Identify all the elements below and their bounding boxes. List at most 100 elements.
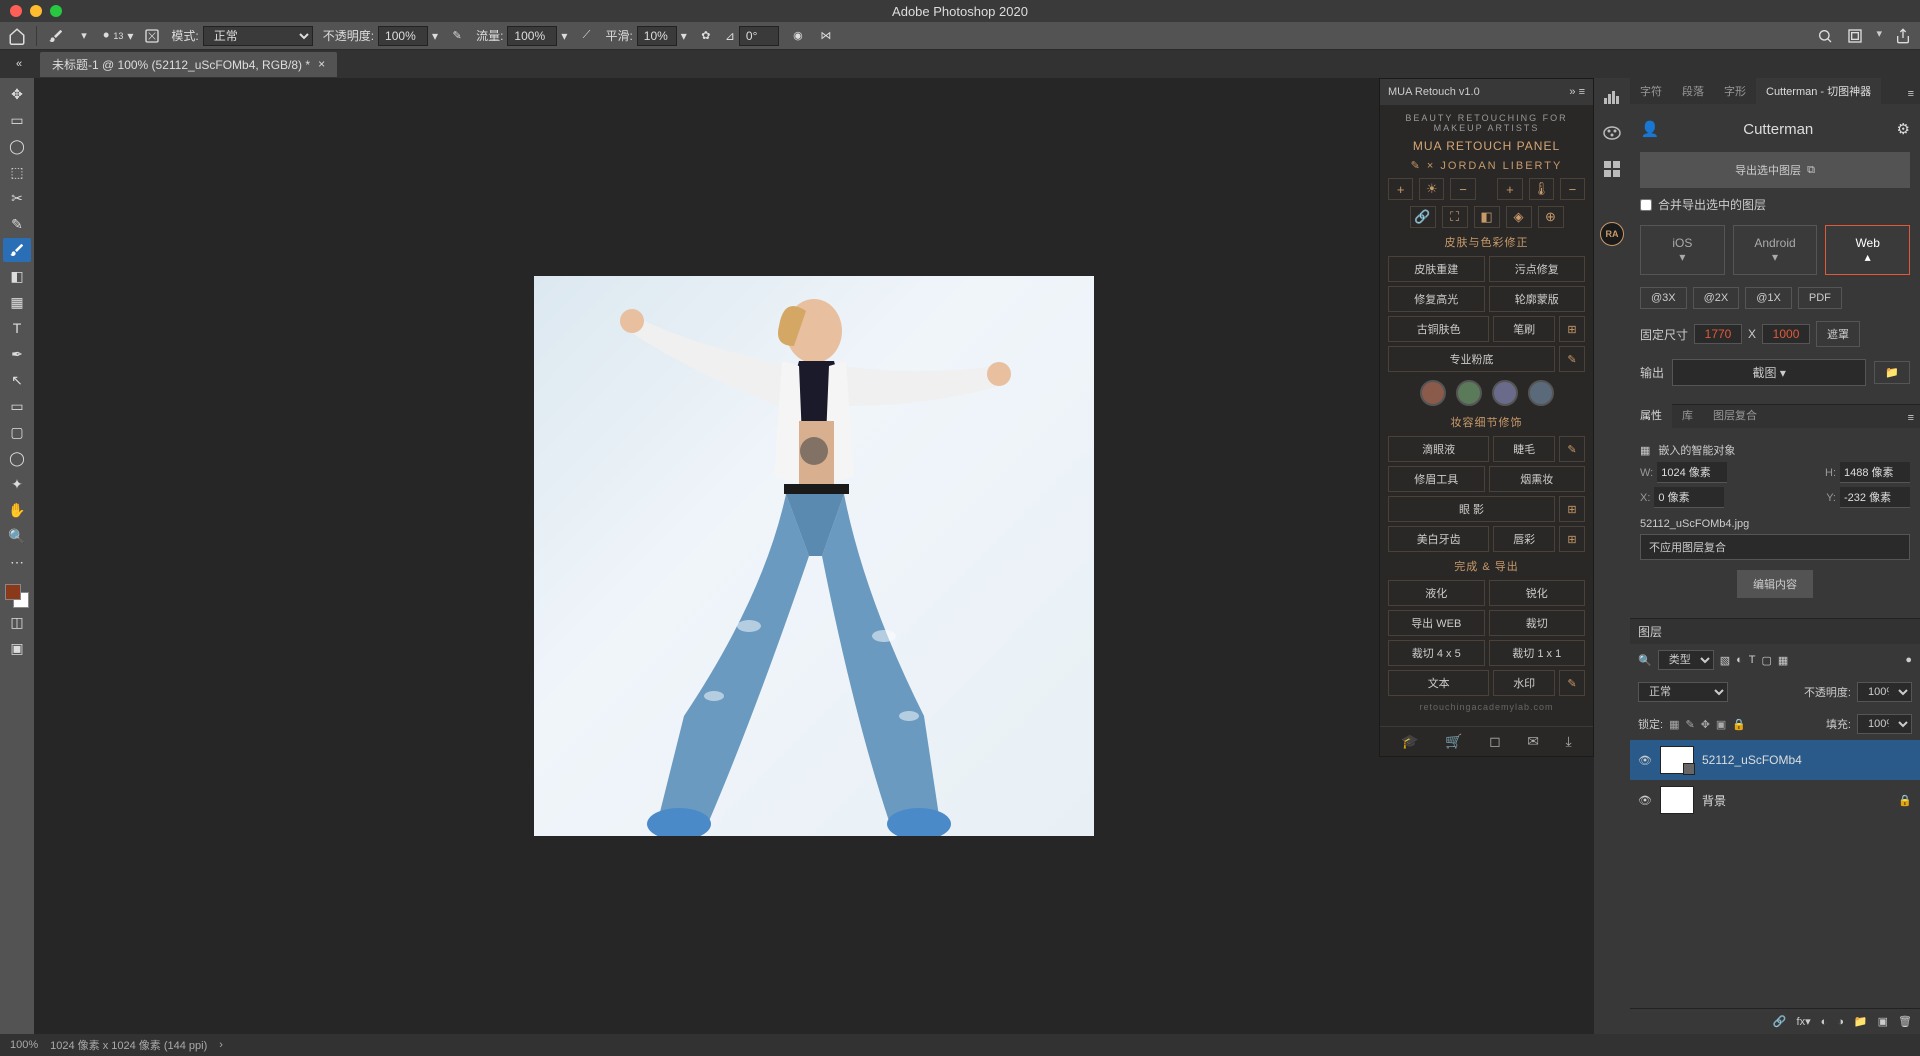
- mua-liquify-button[interactable]: 液化: [1388, 580, 1485, 606]
- mua-eyedrops-button[interactable]: 滴眼液: [1388, 436, 1489, 462]
- lock-all-icon[interactable]: 🔒: [1732, 718, 1746, 731]
- mua-color-2[interactable]: [1456, 380, 1482, 406]
- quick-mask-tool[interactable]: ◫: [3, 610, 31, 634]
- layer-mask-icon[interactable]: ◐: [1821, 1016, 1828, 1028]
- layer-thumbnail[interactable]: [1660, 786, 1694, 814]
- path-select-tool[interactable]: ↖: [3, 368, 31, 392]
- mua-cart-icon[interactable]: 🛒: [1445, 733, 1462, 750]
- layer-visibility-icon[interactable]: 👁: [1638, 754, 1652, 767]
- new-adjustment-icon[interactable]: ◑: [1837, 1016, 1844, 1028]
- tab-libraries[interactable]: 库: [1672, 402, 1703, 428]
- brush-tool-icon[interactable]: [47, 27, 65, 45]
- symmetry-icon[interactable]: ⋈: [817, 27, 835, 45]
- eraser-tool[interactable]: ◧: [3, 264, 31, 288]
- layer-fill-input[interactable]: 100%: [1857, 714, 1912, 734]
- mua-watermark-button[interactable]: 水印: [1493, 670, 1555, 696]
- export-selected-button[interactable]: 导出选中图层 ⧉: [1640, 152, 1910, 188]
- tab-layer-comps[interactable]: 图层复合: [1703, 402, 1767, 428]
- layer-item-1[interactable]: 👁 52112_uScFOMb4: [1630, 740, 1920, 780]
- new-group-icon[interactable]: 📁: [1854, 1015, 1868, 1028]
- layer-comp-select[interactable]: 不应用图层复合: [1640, 534, 1910, 560]
- layer-item-2[interactable]: 👁 背景 🔒: [1630, 780, 1920, 820]
- edit-content-button[interactable]: 编辑内容: [1737, 570, 1813, 598]
- tab-glyphs[interactable]: 字形: [1714, 78, 1756, 104]
- layer-opacity-input[interactable]: 100%: [1857, 682, 1912, 702]
- scale-2x-button[interactable]: @2X: [1693, 287, 1740, 309]
- quick-select-tool[interactable]: ⬚: [3, 160, 31, 184]
- mua-color-1[interactable]: [1420, 380, 1446, 406]
- mua-skin-rebuild-button[interactable]: 皮肤重建: [1388, 256, 1485, 282]
- brush-dropdown-icon[interactable]: ▾: [75, 27, 93, 45]
- mua-menu-icon[interactable]: ≡: [1579, 86, 1585, 98]
- mua-lashes-button[interactable]: 睫毛: [1493, 436, 1555, 462]
- layer-thumbnail[interactable]: [1660, 746, 1694, 774]
- marquee-tool[interactable]: ▭: [3, 108, 31, 132]
- pen-tool[interactable]: ✒: [3, 342, 31, 366]
- mua-lipstick-grid-icon[interactable]: ⊞: [1559, 526, 1585, 552]
- search-icon[interactable]: [1816, 27, 1834, 45]
- filter-image-icon[interactable]: ▧: [1720, 654, 1730, 667]
- prop-height[interactable]: 1488 像素: [1840, 462, 1910, 483]
- airbrush-icon[interactable]: ⟋: [577, 27, 595, 45]
- home-icon[interactable]: [8, 27, 26, 45]
- output-folder-icon[interactable]: 📁: [1874, 361, 1910, 384]
- mua-brow-button[interactable]: 修眉工具: [1388, 466, 1485, 492]
- new-layer-icon[interactable]: ▣: [1878, 1015, 1888, 1028]
- filter-smart-icon[interactable]: ▦: [1778, 654, 1788, 667]
- layer-name[interactable]: 52112_uScFOMb4: [1702, 753, 1802, 767]
- filter-shape-icon[interactable]: ▢: [1762, 654, 1772, 667]
- mua-panel-header[interactable]: MUA Retouch v1.0 » ≡: [1380, 79, 1593, 105]
- mua-temp-minus-button[interactable]: −: [1560, 178, 1585, 200]
- foreground-color[interactable]: [5, 584, 21, 600]
- mua-eyeshadow-button[interactable]: 眼 影: [1388, 496, 1555, 522]
- gradient-tool[interactable]: ▦: [3, 290, 31, 314]
- mua-crop-1x1-button[interactable]: 裁切 1 x 1: [1489, 640, 1586, 666]
- tab-cutterman[interactable]: Cutterman - 切图神器: [1756, 78, 1881, 104]
- document-tab[interactable]: 未标题-1 @ 100% (52112_uScFOMb4, RGB/8) * ×: [40, 52, 337, 77]
- mua-skin-texture-button[interactable]: 轮廓蒙版: [1489, 286, 1586, 312]
- canvas-area[interactable]: MUA Retouch v1.0 » ≡ BEAUTY RETOUCHING F…: [34, 78, 1594, 1034]
- link-layers-icon[interactable]: 🔗: [1773, 1015, 1787, 1028]
- flow-input[interactable]: [507, 26, 557, 46]
- layer-name[interactable]: 背景: [1702, 792, 1726, 809]
- mua-lashes-brush-icon[interactable]: ✎: [1559, 436, 1585, 462]
- mua-mail-icon[interactable]: ✉: [1527, 733, 1539, 750]
- tab-character[interactable]: 字符: [1630, 78, 1672, 104]
- lock-position-icon[interactable]: ✥: [1701, 718, 1710, 731]
- workspace-icon[interactable]: [1846, 27, 1864, 45]
- mua-brush-button[interactable]: 笔刷: [1493, 316, 1555, 342]
- mua-watermark-brush-icon[interactable]: ✎: [1559, 670, 1585, 696]
- brush-tool[interactable]: [3, 238, 31, 262]
- prop-y[interactable]: -232 像素: [1840, 487, 1910, 508]
- mua-crop-button[interactable]: 裁切: [1489, 610, 1586, 636]
- filter-toggle[interactable]: ●: [1905, 654, 1912, 666]
- angle-input[interactable]: [739, 26, 779, 46]
- layers-panel-header[interactable]: 图层: [1630, 618, 1920, 644]
- scale-3x-button[interactable]: @3X: [1640, 287, 1687, 309]
- lasso-tool[interactable]: ◯: [3, 134, 31, 158]
- smoothing-options-icon[interactable]: ✿: [697, 27, 715, 45]
- delete-layer-icon[interactable]: 🗑: [1898, 1015, 1912, 1028]
- mua-download-icon[interactable]: ⤓: [1565, 733, 1571, 750]
- rounded-rect-tool[interactable]: ▢: [3, 420, 31, 444]
- mua-export-web-button[interactable]: 导出 WEB: [1388, 610, 1485, 636]
- mua-whitening-button[interactable]: 美白牙齿: [1388, 526, 1489, 552]
- close-tab-icon[interactable]: ×: [318, 57, 325, 71]
- custom-shape-tool[interactable]: ✦: [3, 472, 31, 496]
- mua-heal-icon[interactable]: ⊕: [1538, 206, 1564, 228]
- hand-tool[interactable]: ✋: [3, 498, 31, 522]
- brush-panel-toggle-icon[interactable]: [143, 27, 161, 45]
- close-window-button[interactable]: [10, 5, 22, 17]
- crop-tool[interactable]: ✂: [3, 186, 31, 210]
- prop-x[interactable]: 0 像素: [1654, 487, 1724, 508]
- cutterman-settings-icon[interactable]: ⚙: [1897, 120, 1910, 138]
- mua-patch-icon[interactable]: ◈: [1506, 206, 1532, 228]
- lock-pixels-icon[interactable]: ▦: [1669, 718, 1679, 731]
- mua-academy-icon[interactable]: 🎓: [1401, 733, 1418, 750]
- maximize-window-button[interactable]: [50, 5, 62, 17]
- share-icon[interactable]: [1894, 27, 1912, 45]
- swatches-panel-icon[interactable]: [1601, 158, 1623, 180]
- mua-temp-plus-button[interactable]: +: [1497, 178, 1522, 200]
- properties-menu-icon[interactable]: ≡: [1902, 408, 1920, 428]
- color-panel-icon[interactable]: [1601, 122, 1623, 144]
